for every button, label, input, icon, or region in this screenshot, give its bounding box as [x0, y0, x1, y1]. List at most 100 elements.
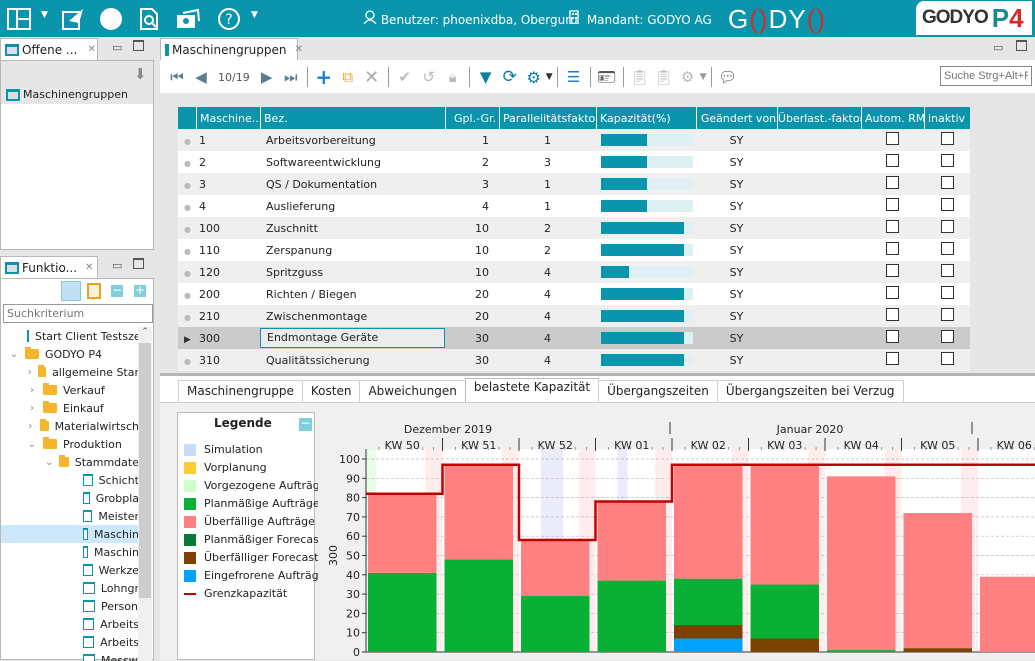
table-cell[interactable]: 310	[196, 354, 260, 367]
maximize-icon[interactable]	[1016, 40, 1027, 51]
table-cell[interactable]: 1	[499, 178, 596, 191]
checkbox-cell[interactable]	[861, 264, 924, 280]
table-row[interactable]: ●2Softwareentwicklung23SY	[178, 151, 970, 173]
table-row[interactable]: ●100Zuschnitt102SY	[178, 217, 970, 239]
checkbox[interactable]	[941, 176, 954, 189]
minimize-icon[interactable]: ▭	[993, 41, 1003, 54]
table-row[interactable]: ●200Richten / Biegen204SY	[178, 283, 970, 305]
copy-icon[interactable]: ⧉	[337, 66, 359, 88]
tree-item[interactable]: Lohngr	[1, 579, 139, 597]
previous-record-icon[interactable]: ◀	[190, 66, 212, 88]
checkbox[interactable]	[941, 286, 954, 299]
tree-item[interactable]: Meister	[1, 507, 139, 525]
table-cell[interactable]: 4	[499, 288, 596, 301]
checkbox[interactable]	[941, 352, 954, 365]
table-cell[interactable]: 1	[499, 200, 596, 213]
checkbox-cell[interactable]	[924, 154, 970, 170]
minimize-icon[interactable]: ▭	[112, 41, 122, 54]
table-cell[interactable]: 100	[196, 222, 260, 235]
col-header[interactable]: Bez.	[260, 107, 445, 129]
table-cell[interactable]: SY	[696, 266, 777, 279]
table-row[interactable]: ●310Qualitätssicherung304SY	[178, 349, 970, 371]
tree-item[interactable]: Person	[1, 597, 139, 615]
add-icon[interactable]: +	[313, 66, 335, 88]
send-icon[interactable]	[60, 6, 86, 32]
table-cell[interactable]: 4	[499, 266, 596, 279]
table-cell[interactable]: 10	[445, 244, 499, 257]
help-icon[interactable]: ?	[216, 6, 242, 32]
table-cell[interactable]: SY	[696, 288, 777, 301]
lock-icon[interactable]: 🔒︎	[442, 66, 464, 88]
table-cell[interactable]: 4	[445, 200, 499, 213]
chevron-down-icon[interactable]: ⌄	[9, 349, 19, 360]
collapse-all-icon[interactable]: −	[111, 285, 123, 297]
view-tree-icon[interactable]	[61, 281, 81, 301]
table-cell[interactable]: Spritzguss	[260, 266, 445, 279]
table-cell[interactable]: 2	[196, 156, 260, 169]
id-card-icon[interactable]: 🪪︎	[596, 66, 618, 88]
tree-item[interactable]: Arbeits	[1, 615, 139, 633]
checkbox-cell[interactable]	[924, 308, 970, 324]
tab-kosten[interactable]: Kosten	[302, 380, 361, 402]
table-cell[interactable]: SY	[696, 178, 777, 191]
delete-icon[interactable]: ✕	[361, 66, 383, 88]
layout-icon[interactable]	[6, 6, 32, 32]
tree-item[interactable]: Arbeits	[1, 633, 139, 651]
checkbox-cell[interactable]	[924, 198, 970, 214]
table-cell[interactable]: Softwareentwicklung	[260, 156, 445, 169]
tree-item[interactable]: ⌄Stammdate	[1, 453, 139, 471]
expand-all-icon[interactable]: +	[134, 285, 146, 297]
tree-item[interactable]: ›allgemeine Star	[1, 363, 139, 381]
tree-item[interactable]: Maschin	[1, 543, 139, 561]
undo-icon[interactable]: ↺	[418, 66, 440, 88]
table-cell[interactable]: 4	[196, 200, 260, 213]
checkbox[interactable]	[941, 330, 954, 343]
scrollbar-thumb[interactable]	[139, 343, 151, 598]
table-cell[interactable]: 120	[196, 266, 260, 279]
settings-dropdown-icon[interactable]: ▼	[546, 72, 553, 82]
notes-icon[interactable]	[87, 283, 101, 299]
table-cell[interactable]: 30	[445, 354, 499, 367]
chevron-down-icon[interactable]: ⌄	[45, 457, 53, 468]
chevron-right-icon[interactable]: ›	[27, 403, 37, 414]
table-cell[interactable]: Zuschnitt	[260, 222, 445, 235]
tree-item[interactable]: ›Verkauf	[1, 381, 139, 399]
table-cell[interactable]: Zerspanung	[260, 244, 445, 257]
table-cell[interactable]: 30	[445, 332, 499, 345]
checkbox-cell[interactable]	[924, 352, 970, 368]
col-header[interactable]: Geändert von	[696, 107, 777, 129]
close-icon[interactable]: ✕	[87, 44, 95, 55]
checkbox[interactable]	[886, 330, 899, 343]
checkbox[interactable]	[886, 176, 899, 189]
scroll-up-icon[interactable]: ⌃	[138, 327, 152, 341]
checkbox-cell[interactable]	[924, 242, 970, 258]
tab-maschinengruppe[interactable]: Maschinengruppe	[178, 380, 303, 402]
checkbox-cell[interactable]	[861, 132, 924, 148]
filter-icon[interactable]: ▼	[475, 66, 497, 88]
checkbox-cell[interactable]	[924, 286, 970, 302]
clipboard-export-icon[interactable]: 📋︎	[629, 66, 651, 88]
checkbox[interactable]	[886, 286, 899, 299]
table-cell[interactable]: 200	[196, 288, 260, 301]
tree-item[interactable]: ›Materialwirtsch	[1, 417, 139, 435]
table-cell[interactable]: SY	[696, 310, 777, 323]
table-cell[interactable]: 4	[499, 354, 596, 367]
checkbox[interactable]	[941, 242, 954, 255]
checkbox-cell[interactable]	[861, 176, 924, 192]
checkbox[interactable]	[941, 198, 954, 211]
maximize-icon[interactable]	[133, 258, 144, 269]
table-row[interactable]: ▶300Endmontage Geräte304SY	[178, 327, 970, 349]
layout-dropdown-icon[interactable]: ▼	[41, 10, 48, 20]
open-item-maschinengruppen[interactable]: Maschinengruppen	[1, 85, 153, 104]
checkbox-cell[interactable]	[861, 286, 924, 302]
tab-maschinengruppen[interactable]: Maschinengruppen ✕	[160, 38, 298, 60]
checkbox-cell[interactable]	[861, 330, 924, 346]
first-record-icon[interactable]: ⏮	[166, 66, 188, 88]
tree-item[interactable]: Maschin	[1, 525, 139, 543]
save-icon[interactable]: ✔	[394, 66, 416, 88]
close-icon[interactable]: ✕	[294, 44, 302, 55]
table-cell[interactable]: SY	[696, 134, 777, 147]
table-cell[interactable]: 1	[196, 134, 260, 147]
checkbox-cell[interactable]	[924, 220, 970, 236]
table-cell[interactable]: 110	[196, 244, 260, 257]
